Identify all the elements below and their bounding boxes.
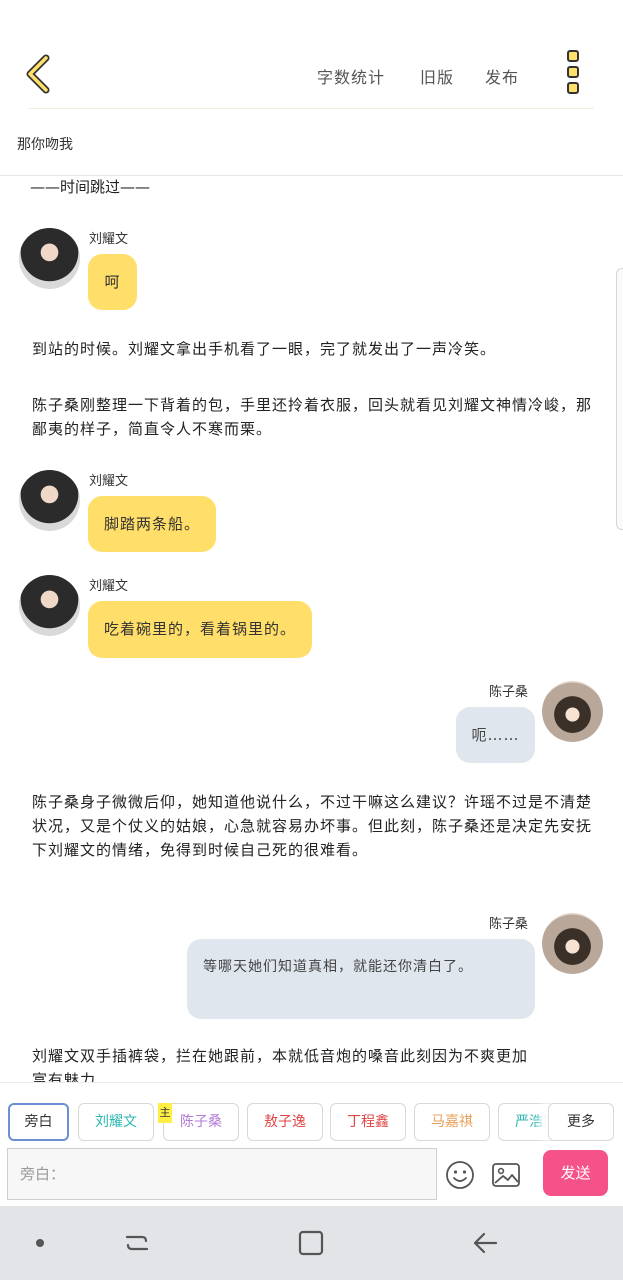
narration-text: 到站的时候。刘耀文拿出手机看了一眼，完了就发出了一声冷笑。 — [32, 340, 497, 358]
back-icon[interactable] — [470, 1228, 500, 1258]
image-icon[interactable] — [491, 1160, 521, 1190]
header-divider — [28, 108, 594, 109]
avatar-chen-zisang[interactable] — [542, 913, 603, 974]
top-app-bar: 字数统计 旧版 发布 — [0, 0, 623, 112]
character-selector: 旁白 刘耀文 陈子桑 主 敖子逸 丁程鑫 马嘉祺 严浩翔 更多 — [0, 1082, 623, 1148]
chip-ding-chengxin[interactable]: 丁程鑫 — [330, 1103, 406, 1141]
main-character-badge: 主 — [158, 1103, 172, 1123]
chip-ma-jiaqi[interactable]: 马嘉祺 — [414, 1103, 490, 1141]
avatar-chen-zisang[interactable] — [542, 681, 603, 742]
avatar-liu-yaowen[interactable] — [19, 470, 80, 531]
more-menu-icon[interactable] — [560, 50, 586, 98]
speaker-name: 刘耀文 — [89, 579, 129, 594]
system-nav-bar — [0, 1206, 623, 1280]
speaker-name: 陈子桑 — [489, 917, 529, 932]
narration-text: 陈子桑身子微微后仰，她知道他说什么，不过干嘛这么建议？许瑶不过是不清楚状况，又是… — [32, 793, 593, 859]
chip-ao-ziyi[interactable]: 敖子逸 — [247, 1103, 323, 1141]
chat-bubble[interactable]: 脚踏两条船。 — [88, 496, 217, 552]
word-count-button[interactable]: 字数统计 — [317, 64, 385, 88]
composer: 发送 — [0, 1148, 623, 1206]
time-skip-divider: ——时间跳过—— — [30, 178, 151, 196]
story-title-bar — [0, 112, 623, 176]
more-characters-button[interactable]: 更多 — [548, 1103, 614, 1141]
avatar-liu-yaowen[interactable] — [19, 575, 80, 636]
chip-narrator[interactable]: 旁白 — [8, 1103, 69, 1141]
recent-apps-icon[interactable] — [122, 1228, 152, 1258]
story-timeline[interactable]: ——时间跳过—— 刘耀文 呵 到站的时候。刘耀文拿出手机看了一眼，完了就发出了一… — [0, 176, 623, 1082]
scrollbar[interactable] — [616, 268, 623, 530]
message-input[interactable] — [7, 1148, 437, 1200]
story-title[interactable]: 那你吻我 — [17, 134, 73, 154]
old-version-button[interactable]: 旧版 — [420, 64, 454, 88]
home-icon[interactable] — [296, 1228, 326, 1258]
send-button[interactable]: 发送 — [543, 1150, 608, 1196]
back-arrow-icon[interactable] — [22, 52, 56, 96]
avatar-liu-yaowen[interactable] — [19, 228, 80, 289]
chat-bubble[interactable]: 呃…… — [456, 707, 535, 763]
speaker-name: 刘耀文 — [89, 474, 129, 489]
narration-text: 陈子桑刚整理一下背着的包，手里还拎着衣服，回头就看见刘耀文神情冷峻，那鄙夷的样子… — [32, 396, 593, 438]
publish-button[interactable]: 发布 — [485, 64, 519, 88]
emoji-icon[interactable] — [445, 1160, 475, 1190]
chat-bubble[interactable]: 呵 — [88, 254, 137, 310]
speaker-name: 刘耀文 — [89, 232, 129, 247]
chat-bubble[interactable]: 等哪天她们知道真相，就能还你清白了。 — [187, 939, 535, 1019]
speaker-name: 陈子桑 — [489, 685, 529, 700]
narration-text: 刘耀文双手插裤袋，拦在她跟前，本就低音炮的嗓音此刻因为不爽更加富有魅力 — [32, 1047, 529, 1082]
chat-bubble[interactable]: 吃着碗里的，看着锅里的。 — [88, 601, 313, 658]
dot-indicator-icon[interactable] — [25, 1228, 55, 1258]
chip-chen-zisang[interactable]: 陈子桑 — [163, 1103, 239, 1141]
chip-liu-yaowen[interactable]: 刘耀文 — [78, 1103, 154, 1141]
